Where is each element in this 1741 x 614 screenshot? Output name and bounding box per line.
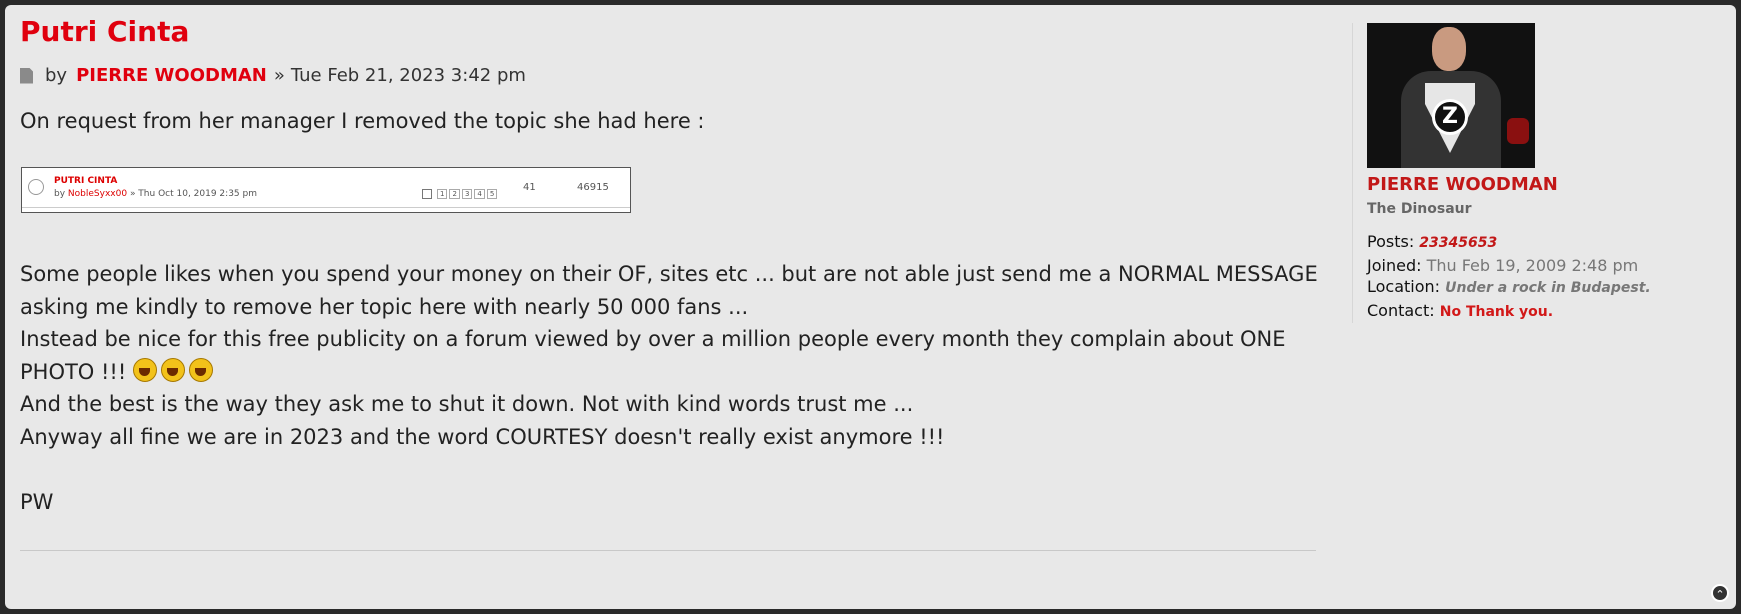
thumb-topic-byline: by NobleSyxx00 » Thu Oct 10, 2019 2:35 p… bbox=[54, 189, 257, 199]
z-logo-icon: Z bbox=[1432, 99, 1468, 135]
post-author-link[interactable]: PIERRE WOODMAN bbox=[76, 65, 267, 86]
contact-value[interactable]: No Thank you. bbox=[1440, 304, 1553, 320]
back-to-top-icon[interactable]: ⌃ bbox=[1711, 584, 1729, 602]
by-label: by bbox=[45, 65, 68, 86]
thumb-views: 46915 bbox=[577, 182, 609, 193]
joined-label: Joined: bbox=[1367, 255, 1422, 275]
post-date: Tue Feb 21, 2023 3:42 pm bbox=[290, 65, 526, 86]
profile-details: Posts: 23345653 Joined: Thu Feb 19, 2009… bbox=[1367, 231, 1741, 323]
thumb-replies: 41 bbox=[523, 182, 536, 193]
thumb-page: 3 bbox=[461, 189, 473, 199]
signoff: PW bbox=[20, 490, 54, 514]
laughing-emoji-icon bbox=[188, 357, 213, 382]
thumb-image-icon bbox=[422, 189, 432, 199]
body-line-emoji: PHOTO !!! bbox=[20, 356, 1330, 389]
thumb-page: 2 bbox=[449, 189, 460, 199]
thumb-date: » Thu Oct 10, 2019 2:35 pm bbox=[129, 189, 257, 199]
location-value: Under a rock in Budapest. bbox=[1445, 280, 1651, 296]
meta-separator: » bbox=[273, 65, 285, 86]
intro-text: On request from her manager I removed th… bbox=[20, 109, 705, 133]
profile-joined-row: Joined: Thu Feb 19, 2009 2:48 pm bbox=[1367, 255, 1741, 277]
body-line: And the best is the way they ask me to s… bbox=[20, 392, 914, 416]
thumb-page: 4 bbox=[474, 189, 485, 199]
post-meta: by PIERRE WOODMAN » Tue Feb 21, 2023 3:4… bbox=[20, 65, 526, 86]
laughing-emoji-icon bbox=[132, 357, 157, 382]
posts-label: Posts: bbox=[1367, 232, 1415, 251]
body-line: asking me kindly to remove her topic her… bbox=[20, 294, 749, 319]
contact-label: Contact: bbox=[1367, 300, 1435, 320]
avatar-cape bbox=[1507, 118, 1529, 144]
post-body: Some people likes when you spend your mo… bbox=[20, 258, 1330, 453]
topic-screenshot-image: PUTRI CINTA by NobleSyxx00 » Thu Oct 10,… bbox=[21, 167, 631, 213]
profile-rank: The Dinosaur bbox=[1367, 201, 1472, 217]
thumb-pagination: 1 2 3 4 5 bbox=[422, 189, 498, 199]
avatar-head bbox=[1432, 27, 1466, 71]
profile-posts-row: Posts: 23345653 bbox=[1367, 231, 1741, 255]
body-line: Anyway all fine we are in 2023 and the w… bbox=[20, 424, 945, 449]
profile-location-row: Location: Under a rock in Budapest. bbox=[1367, 276, 1741, 300]
body-line-text: PHOTO !!! bbox=[20, 359, 127, 384]
post-divider bbox=[20, 550, 1316, 551]
post-title[interactable]: Putri Cinta bbox=[20, 15, 189, 48]
thumb-page: 1 bbox=[437, 189, 448, 199]
document-icon[interactable] bbox=[20, 67, 33, 84]
post-intro: On request from her manager I removed th… bbox=[20, 105, 1320, 138]
thumb-page: 5 bbox=[486, 189, 498, 199]
body-line: Instead be nice for this free publicity … bbox=[20, 327, 1286, 351]
profile-contact-row: Contact: No Thank you. bbox=[1367, 300, 1741, 324]
thumb-divider bbox=[22, 207, 630, 208]
topic-status-icon bbox=[28, 179, 44, 195]
thumb-topic-title: PUTRI CINTA bbox=[54, 176, 118, 186]
profile-name-link[interactable]: PIERRE WOODMAN bbox=[1367, 174, 1741, 195]
joined-date: Thu Feb 19, 2009 2:48 pm bbox=[1426, 255, 1639, 275]
author-profile: Z PIERRE WOODMAN The Dinosaur Posts: 233… bbox=[1352, 23, 1741, 323]
post-container: Putri Cinta by PIERRE WOODMAN » Tue Feb … bbox=[5, 5, 1736, 609]
thumb-author: NobleSyxx00 bbox=[67, 189, 128, 199]
location-label: Location: bbox=[1367, 277, 1441, 296]
body-line: Some people likes when you spend your mo… bbox=[20, 262, 1318, 286]
avatar[interactable]: Z bbox=[1367, 23, 1535, 168]
posts-count-link[interactable]: 23345653 bbox=[1419, 235, 1497, 251]
thumb-by: by bbox=[54, 189, 66, 199]
laughing-emoji-icon bbox=[160, 357, 185, 382]
